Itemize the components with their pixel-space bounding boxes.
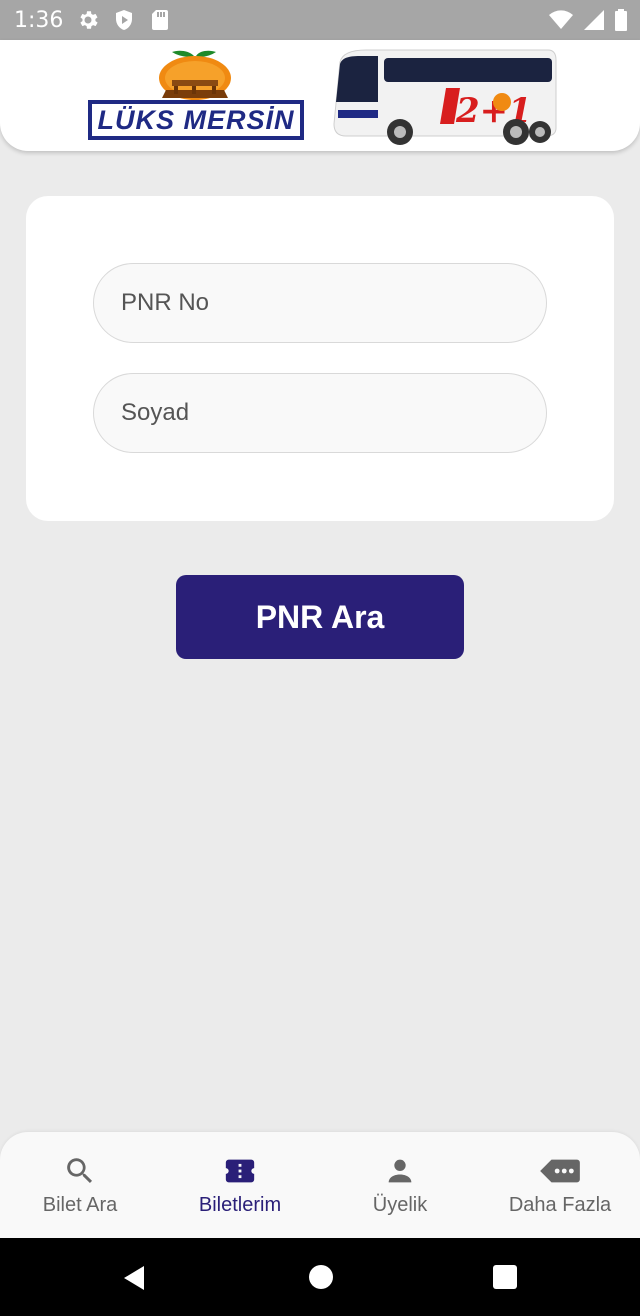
nav-item-uyelik[interactable]: Üyelik	[320, 1132, 480, 1238]
nav-item-bilet-ara[interactable]: Bilet Ara	[0, 1132, 160, 1238]
home-icon[interactable]	[308, 1264, 334, 1295]
ticket-icon	[225, 1159, 255, 1183]
brand-wordmark-text: LÜKS MERSİN	[92, 104, 300, 136]
search-icon	[67, 1158, 93, 1184]
recents-icon[interactable]	[492, 1264, 518, 1295]
nav-item-biletlerim[interactable]: Biletlerim	[160, 1132, 320, 1238]
wifi-icon	[548, 8, 574, 32]
person-icon	[388, 1159, 412, 1183]
nav-label-bilet-ara: Bilet Ara	[42, 1194, 118, 1216]
back-icon[interactable]	[120, 1264, 148, 1297]
shield-icon	[112, 8, 136, 32]
bus-image: 2+1	[326, 44, 558, 150]
surname-input[interactable]: Soyad	[93, 373, 547, 453]
brand-logo: LÜKS MERSİN	[88, 50, 304, 142]
orange-logo-icon	[159, 50, 231, 100]
nav-label-daha-fazla: Daha Fazla	[508, 1194, 612, 1216]
bottom-nav: Bilet Ara Biletlerim Üyelik Daha Fazla	[0, 1132, 640, 1238]
nav-label-uyelik: Üyelik	[372, 1194, 428, 1216]
brand-wordmark: LÜKS MERSİN	[88, 100, 304, 140]
pnr-form-card: PNR No Soyad	[26, 196, 614, 521]
pnr-search-button[interactable]: PNR Ara	[176, 575, 464, 659]
brand-banner: LÜKS MERSİN 2+1	[82, 40, 558, 151]
sd-card-icon	[148, 8, 172, 32]
status-icons-left	[76, 8, 172, 32]
system-nav-bar	[0, 1238, 640, 1316]
status-time: 1:36	[14, 8, 64, 33]
status-bar: 1:36	[0, 0, 640, 40]
nav-label-biletlerim: Biletlerim	[198, 1194, 282, 1216]
signal-icon	[582, 8, 606, 32]
gear-icon	[76, 8, 100, 32]
status-icons-right	[548, 8, 628, 32]
app-header: LÜKS MERSİN 2+1	[0, 40, 640, 151]
more-tag-icon	[540, 1159, 580, 1183]
nav-item-daha-fazla[interactable]: Daha Fazla	[480, 1132, 640, 1238]
pnr-input[interactable]: PNR No	[93, 263, 547, 343]
battery-icon	[614, 8, 628, 32]
